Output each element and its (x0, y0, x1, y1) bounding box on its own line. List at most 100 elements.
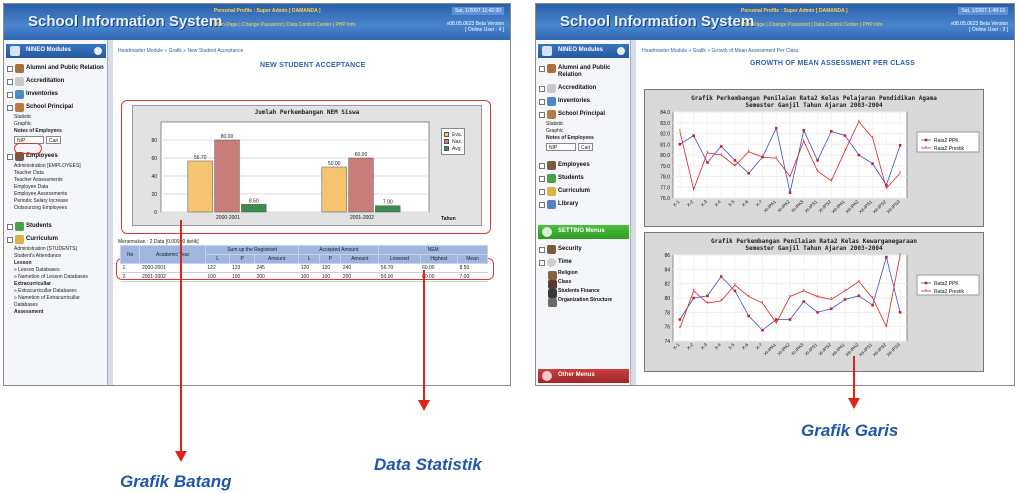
table-cell: 240 (340, 263, 379, 273)
th-nem: NEM (378, 245, 488, 255)
data-point (719, 275, 723, 278)
sub-statistic[interactable]: Statistic (4, 114, 108, 121)
x-tick-label: X-1 (672, 199, 681, 208)
header-links-2[interactable]: Main Page | Change Password | Data Contr… (741, 22, 882, 28)
employee-sub-2[interactable]: Teacher Assessments (4, 177, 108, 184)
expand-icon[interactable] (539, 202, 545, 208)
curriculum-sub-0[interactable]: Administration [STUDENTS] (4, 246, 108, 253)
employee-sub-6[interactable]: Outsourcing Employees (4, 205, 108, 212)
expand-icon[interactable] (539, 247, 545, 253)
expand-icon[interactable] (539, 163, 545, 169)
sidebar-item-organization[interactable]: Organization Structure (536, 296, 631, 307)
bar (375, 205, 401, 213)
expand-icon[interactable] (7, 79, 13, 85)
th-sub-4: P (319, 254, 342, 264)
breadcrumb-2[interactable]: Headmaster Module » Grafik » Growth of M… (642, 48, 798, 54)
sidebar-item-inventories[interactable]: Inventories (536, 95, 631, 108)
expand-icon[interactable] (539, 260, 545, 266)
expand-icon[interactable] (7, 92, 13, 98)
expand-icon[interactable] (539, 86, 545, 92)
expand-icon[interactable] (539, 112, 545, 118)
expand-icon[interactable] (7, 154, 13, 160)
employee-sub-3[interactable]: Employee Data (4, 184, 108, 191)
header-links[interactable]: Main Page | Change Password | Data Contr… (214, 22, 355, 28)
sub-statistic[interactable]: Statistic (536, 121, 631, 128)
sidebar-item-security[interactable]: Security (536, 243, 631, 256)
expand-icon[interactable] (7, 66, 13, 72)
sidebar-item-finance[interactable]: Students Finance (536, 287, 631, 298)
data-point (719, 145, 723, 148)
data-point (898, 144, 902, 147)
sidebar-item-school-principal[interactable]: School Principal (4, 101, 108, 114)
table-cell: 123 (229, 263, 255, 273)
expand-icon[interactable] (539, 66, 545, 72)
setting-menus-header[interactable]: SETTING Menus (538, 225, 629, 239)
data-point (816, 311, 819, 314)
y-tick-label: 76.0 (660, 196, 670, 202)
table-header-row: No Academic Year Sum up the Registrant A… (119, 245, 488, 264)
sub-graphic[interactable]: Graphic (536, 128, 631, 135)
expand-icon[interactable] (539, 189, 545, 195)
legend-label: Rata2 Prestik (934, 146, 965, 152)
x-tick-label: X-1 (672, 342, 681, 351)
sidebar-item-religion[interactable]: Religion (536, 269, 631, 280)
profile-label[interactable]: Personal Profile : Super Admin [ DAMANDA… (214, 8, 321, 14)
sidebar-item-library[interactable]: Library (536, 198, 631, 211)
search-button[interactable]: Cari (578, 143, 594, 151)
accreditation-icon (547, 84, 556, 93)
sidebar-item-accreditation[interactable]: Accreditation (4, 75, 108, 88)
sidebar-scrollbar[interactable] (107, 40, 113, 385)
expand-icon[interactable] (7, 105, 13, 111)
curriculum-sub-4[interactable]: » Nametion of Lesson Databases (4, 274, 108, 281)
modules-header[interactable]: NINEO Modules (6, 44, 106, 58)
curriculum-sub-1[interactable]: Student's Attendance (4, 253, 108, 260)
other-icon (542, 371, 552, 381)
sidebar-item-alumni[interactable]: Alumni and Public Relation (536, 62, 631, 82)
breadcrumb[interactable]: Headmaster Module » Grafik » New Student… (118, 48, 243, 54)
sidebar-item-time[interactable]: Time (536, 256, 631, 269)
expand-icon[interactable] (539, 176, 545, 182)
profile-label-2[interactable]: Personal Profile : Super Admin [ DAMANDA… (741, 8, 848, 14)
sidebar-item-class[interactable]: Class (536, 278, 631, 289)
other-menus-header[interactable]: Other Menus (538, 369, 629, 383)
bar (187, 160, 213, 213)
collapse-icon[interactable] (94, 47, 102, 55)
sidebar-item-curriculum[interactable]: Curriculum (536, 185, 631, 198)
data-point (802, 128, 806, 132)
collapse-icon[interactable] (617, 47, 625, 55)
expand-icon[interactable] (7, 224, 13, 230)
y-tick-label: 0 (154, 210, 157, 216)
sub-graphic[interactable]: Graphic (4, 121, 108, 128)
search-button[interactable]: Cari (46, 136, 62, 144)
sidebar-item-school-principal[interactable]: School Principal (536, 108, 631, 121)
curriculum-sub-3[interactable]: » Lesson Databases (4, 267, 108, 274)
sidebar-item-inventories[interactable]: Inventories (4, 88, 108, 101)
table-cell: 7.00 (457, 272, 488, 282)
data-point: * (803, 289, 805, 295)
employee-sub-4[interactable]: Employee Assessments (4, 191, 108, 198)
modules-header-2[interactable]: NINEO Modules (538, 44, 629, 58)
expand-icon[interactable] (7, 237, 13, 243)
sidebar-item-accreditation[interactable]: Accreditation (536, 82, 631, 95)
expand-icon[interactable] (539, 99, 545, 105)
sidebar-item-employees[interactable]: Employees (536, 159, 631, 172)
bar-value-label: 56.70 (194, 155, 207, 161)
employee-sub-0[interactable]: Administration [EMPLOYEES] (4, 163, 108, 170)
th-year: Academic Year (139, 245, 206, 264)
library-icon (547, 200, 556, 209)
x-tick-label: X-6 (741, 342, 750, 351)
data-point: * (679, 326, 681, 332)
sidebar-item-students[interactable]: Students (536, 172, 631, 185)
employees-icon (547, 161, 556, 170)
employee-sub-5[interactable]: Periodic Salary Increase (4, 198, 108, 205)
nip-input[interactable]: NIP (546, 143, 576, 151)
sidebar-scrollbar-2[interactable] (630, 40, 636, 385)
employee-sub-1[interactable]: Teacher Data (4, 170, 108, 177)
sidebar-item-curriculum[interactable]: Curriculum (4, 233, 108, 246)
y-tick-label: 80 (664, 296, 670, 302)
curriculum-sub-6[interactable]: » Extracurricullar Databases (4, 288, 108, 295)
curriculum-sub-7[interactable]: » Nametion of Extracurricullar Databases (4, 295, 108, 309)
sidebar-item-students[interactable]: Students (4, 220, 108, 233)
window-mean-assessment: School Information System Personal Profi… (535, 3, 1015, 386)
sidebar-item-alumni[interactable]: Alumni and Public Relation (4, 62, 108, 75)
